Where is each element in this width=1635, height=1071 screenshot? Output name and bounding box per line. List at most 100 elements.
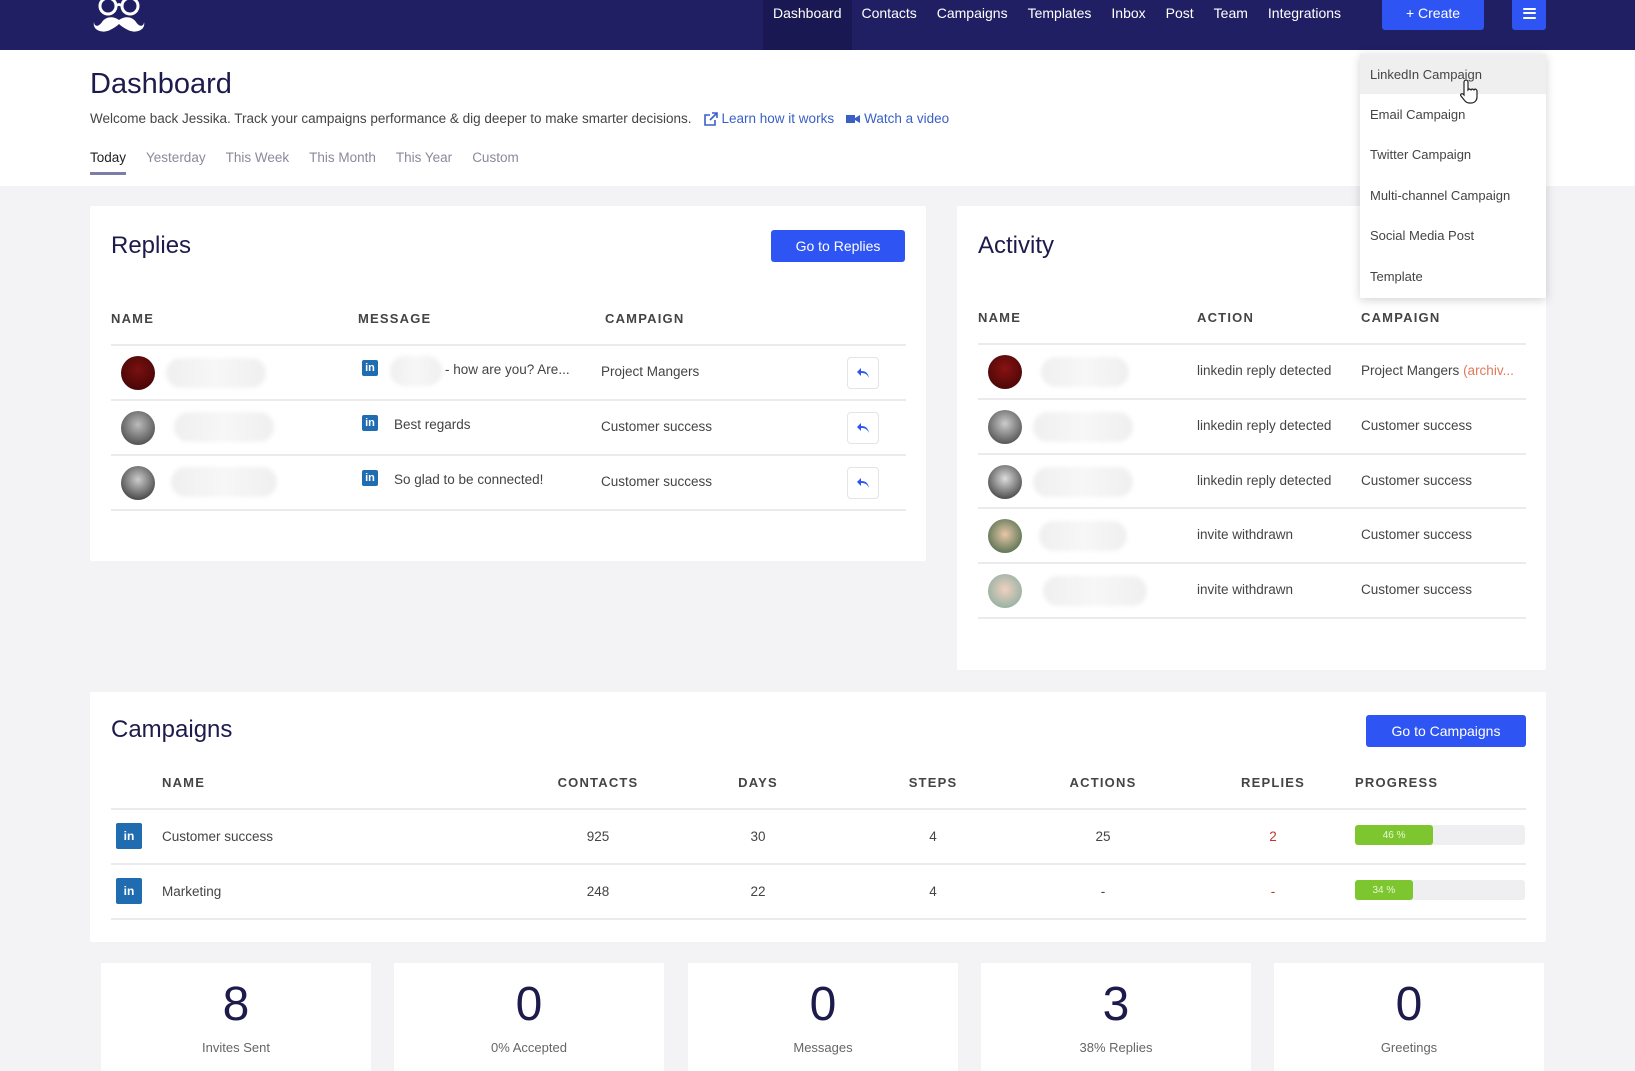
reply-button[interactable]: [847, 357, 879, 389]
reply-button[interactable]: [847, 467, 879, 499]
contact-name-blurred[interactable]: [1039, 521, 1127, 551]
menu-item-email-campaign[interactable]: Email Campaign: [1360, 94, 1546, 134]
stat-label: 0% Accepted: [491, 1040, 567, 1055]
nav-campaigns[interactable]: Campaigns: [927, 0, 1018, 50]
col-header-name: NAME: [111, 311, 155, 326]
contact-name-blurred[interactable]: [171, 467, 277, 497]
nav-post[interactable]: Post: [1156, 0, 1204, 50]
campaign-days: 22: [750, 884, 766, 899]
col-header-progress: PROGRESS: [1355, 775, 1439, 790]
nav-team[interactable]: Team: [1204, 0, 1258, 50]
reply-campaign[interactable]: Project Mangers: [601, 364, 699, 379]
stat-value: 0: [515, 978, 543, 1031]
campaign-name[interactable]: Customer success: [162, 829, 273, 844]
avatar[interactable]: [988, 355, 1022, 389]
tab-this-year[interactable]: This Year: [396, 150, 452, 175]
learn-how-label: Learn how it works: [721, 111, 835, 126]
menu-button[interactable]: [1512, 0, 1546, 30]
watch-video-link[interactable]: Watch a video: [846, 111, 949, 126]
tab-custom[interactable]: Custom: [472, 150, 519, 175]
divider: [978, 453, 1526, 455]
activity-campaign[interactable]: Customer success: [1361, 418, 1472, 433]
stat-greetings: 0 Greetings: [1274, 963, 1544, 1071]
go-to-replies-button[interactable]: Go to Replies: [771, 230, 905, 262]
welcome-text-row: Welcome back Jessika. Track your campaig…: [90, 111, 949, 126]
linkedin-icon: in: [362, 415, 378, 431]
divider: [111, 808, 1526, 810]
activity-action: invite withdrawn: [1197, 527, 1294, 542]
hand-pointer-cursor-icon: [1460, 79, 1478, 104]
message-name-blurred: [390, 356, 442, 386]
avatar[interactable]: [988, 465, 1022, 499]
watch-video-label: Watch a video: [864, 111, 950, 126]
contact-name-blurred[interactable]: [1043, 576, 1147, 606]
avatar[interactable]: [988, 574, 1022, 608]
stat-label: Greetings: [1380, 1040, 1438, 1055]
activity-campaign[interactable]: Customer success: [1361, 527, 1472, 542]
activity-campaign[interactable]: Project Mangers (archiv...: [1361, 363, 1514, 378]
avatar[interactable]: [988, 410, 1022, 444]
col-header-message: MESSAGE: [358, 311, 432, 326]
avatar[interactable]: [988, 519, 1022, 553]
contact-name-blurred[interactable]: [174, 412, 274, 442]
avatar[interactable]: [121, 466, 155, 500]
create-button[interactable]: + Create: [1382, 0, 1484, 30]
campaign-name[interactable]: Marketing: [162, 884, 221, 899]
nav-templates[interactable]: Templates: [1018, 0, 1102, 50]
campaign-contacts: 925: [586, 829, 610, 844]
activity-campaign[interactable]: Customer success: [1361, 582, 1472, 597]
stat-label: 38% Replies: [1079, 1040, 1153, 1055]
menu-item-linkedin-campaign[interactable]: LinkedIn Campaign: [1360, 54, 1546, 94]
reply-message: Best regards: [394, 417, 471, 432]
create-dropdown-menu: LinkedIn Campaign Email Campaign Twitter…: [1360, 54, 1546, 298]
progress-fill: 46 %: [1355, 825, 1434, 845]
tab-today[interactable]: Today: [90, 150, 127, 175]
tab-yesterday[interactable]: Yesterday: [146, 150, 206, 175]
reply-campaign[interactable]: Customer success: [601, 419, 712, 434]
activity-campaign[interactable]: Customer success: [1361, 473, 1472, 488]
nav-dashboard[interactable]: Dashboard: [763, 0, 852, 50]
campaign-replies: 2: [1269, 829, 1277, 844]
campaigns-title: Campaigns: [111, 716, 233, 743]
contact-name-blurred[interactable]: [1041, 357, 1129, 387]
glasses-mustache-logo[interactable]: [92, 0, 148, 36]
col-header-contacts: CONTACTS: [557, 775, 639, 790]
date-range-tabs: Today Yesterday This Week This Month Thi…: [90, 150, 519, 175]
page-title: Dashboard: [90, 68, 232, 100]
tab-this-month[interactable]: This Month: [309, 150, 376, 175]
divider: [111, 454, 906, 456]
reply-campaign[interactable]: Customer success: [601, 474, 712, 489]
stat-accepted: 0 0% Accepted: [394, 963, 664, 1071]
contact-name-blurred[interactable]: [1033, 467, 1133, 497]
linkedin-icon: in: [116, 878, 142, 904]
col-header-actions: ACTIONS: [1069, 775, 1137, 790]
col-header-replies: REPLIES: [1240, 775, 1306, 790]
contact-name-blurred[interactable]: [166, 358, 266, 388]
contact-name-blurred[interactable]: [1033, 412, 1133, 442]
nav-inbox[interactable]: Inbox: [1101, 0, 1155, 50]
avatar[interactable]: [121, 411, 155, 445]
col-header-name: NAME: [978, 310, 1022, 325]
linkedin-icon: in: [116, 823, 142, 849]
menu-item-template[interactable]: Template: [1360, 256, 1546, 296]
menu-item-multichannel-campaign[interactable]: Multi-channel Campaign: [1360, 175, 1546, 215]
learn-how-link[interactable]: Learn how it works: [703, 111, 835, 126]
campaign-contacts: 248: [586, 884, 610, 899]
divider: [978, 562, 1526, 564]
divider: [111, 509, 906, 511]
divider: [978, 343, 1526, 345]
linkedin-icon: in: [362, 360, 378, 376]
tab-this-week[interactable]: This Week: [226, 150, 290, 175]
avatar[interactable]: [121, 356, 155, 390]
menu-item-social-media-post[interactable]: Social Media Post: [1360, 215, 1546, 255]
nav-contacts[interactable]: Contacts: [852, 0, 927, 50]
linkedin-icon: in: [362, 470, 378, 486]
divider: [111, 399, 906, 401]
welcome-message: Welcome back Jessika. Track your campaig…: [90, 111, 692, 126]
go-to-campaigns-button[interactable]: Go to Campaigns: [1366, 715, 1526, 747]
stat-value: 0: [1395, 978, 1423, 1031]
reply-button[interactable]: [847, 412, 879, 444]
menu-item-twitter-campaign[interactable]: Twitter Campaign: [1360, 134, 1546, 174]
external-link-icon: [703, 111, 718, 126]
nav-integrations[interactable]: Integrations: [1258, 0, 1351, 50]
